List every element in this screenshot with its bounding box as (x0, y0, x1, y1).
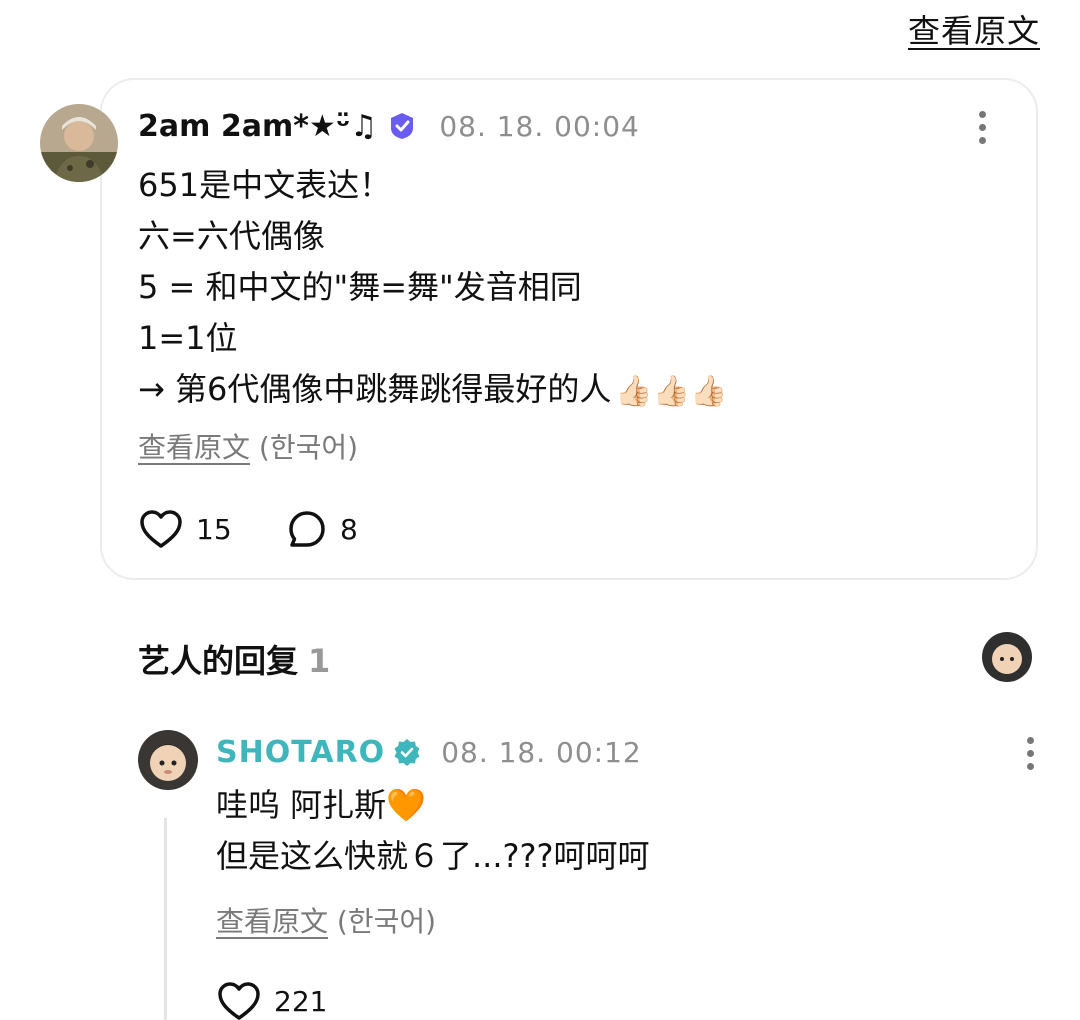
post-line-text: → 第6代偶像中跳舞跳得最好的人 (138, 370, 612, 408)
post-more-icon[interactable] (977, 111, 987, 144)
reply-body: 哇呜 阿扎斯🧡 但是这么快就６了...???呵呵呵 (216, 780, 649, 882)
verified-badge-icon (391, 113, 414, 139)
post-line: 六=六代偶像 (138, 217, 325, 255)
artist-replies-count: 1 (308, 642, 331, 680)
like-count: 15 (196, 512, 232, 546)
post-body: 651是中文表达！ 六=六代偶像 5 = 和中文的"舞=舞"发音相同 1=1位 … (138, 160, 727, 417)
see-original-top-link[interactable]: 查看原文 (908, 6, 1040, 52)
post-line-last: → 第6代偶像中跳舞跳得最好的人 👍🏻👍🏻👍🏻 (138, 364, 727, 417)
see-original-link[interactable]: 查看原文 (216, 905, 328, 938)
heart-icon (218, 982, 260, 1020)
reply-like-button[interactable]: 221 (216, 980, 327, 1020)
post-username[interactable]: 2am 2am*★ᵕ̈♫ (138, 109, 377, 144)
reply-like-count: 221 (274, 984, 328, 1018)
post-like-button[interactable]: 15 (138, 508, 232, 550)
post-author-avatar[interactable] (40, 104, 118, 182)
reply-header: SHOTARO 08. 18. 00:12 (216, 730, 642, 774)
reply-username[interactable]: SHOTARO (216, 735, 385, 770)
page: 查看原文 2am 2am*★ᵕ̈♫ 08. 18. 00:04 651是中文表达… (0, 0, 1080, 1020)
comment-bubble-icon (289, 511, 325, 547)
artist-replies-title: 艺人的回复 1 (138, 636, 330, 682)
post-line: 1=1位 (138, 319, 238, 357)
post-see-original[interactable]: 查看原文 (한국어) (138, 426, 358, 466)
reply-timestamp: 08. 18. 00:12 (441, 735, 642, 769)
post-line: 651是中文表达！ (138, 166, 392, 204)
verified-badge-icon (394, 739, 420, 766)
reply-more-icon[interactable] (1025, 737, 1035, 770)
artist-reply-avatar-small[interactable] (982, 632, 1032, 682)
thumbs-up-emoji-icon: 👍🏻👍🏻👍🏻 (615, 373, 728, 409)
reply-thread-line (164, 818, 167, 1020)
reply-see-original[interactable]: 查看原文 (한국어) (216, 900, 436, 940)
artist-replies-label: 艺人的回复 (138, 642, 299, 680)
see-original-link[interactable]: 查看原文 (138, 431, 250, 464)
post-timestamp: 08. 18. 00:04 (439, 109, 640, 143)
comment-count: 8 (340, 512, 358, 546)
see-original-lang: (한국어) (258, 431, 359, 464)
post-line: 5 = 和中文的"舞=舞"发音相同 (138, 268, 582, 306)
reply-author-avatar[interactable] (138, 730, 198, 790)
post-comment-button[interactable]: 8 (286, 508, 358, 550)
post-header: 2am 2am*★ᵕ̈♫ 08. 18. 00:04 (138, 104, 640, 148)
reply-line: 哇呜 阿扎斯🧡 (216, 786, 427, 824)
reply-line: 但是这么快就６了...???呵呵呵 (216, 837, 650, 875)
heart-icon (140, 510, 182, 548)
see-original-lang: (한국어) (336, 905, 437, 938)
